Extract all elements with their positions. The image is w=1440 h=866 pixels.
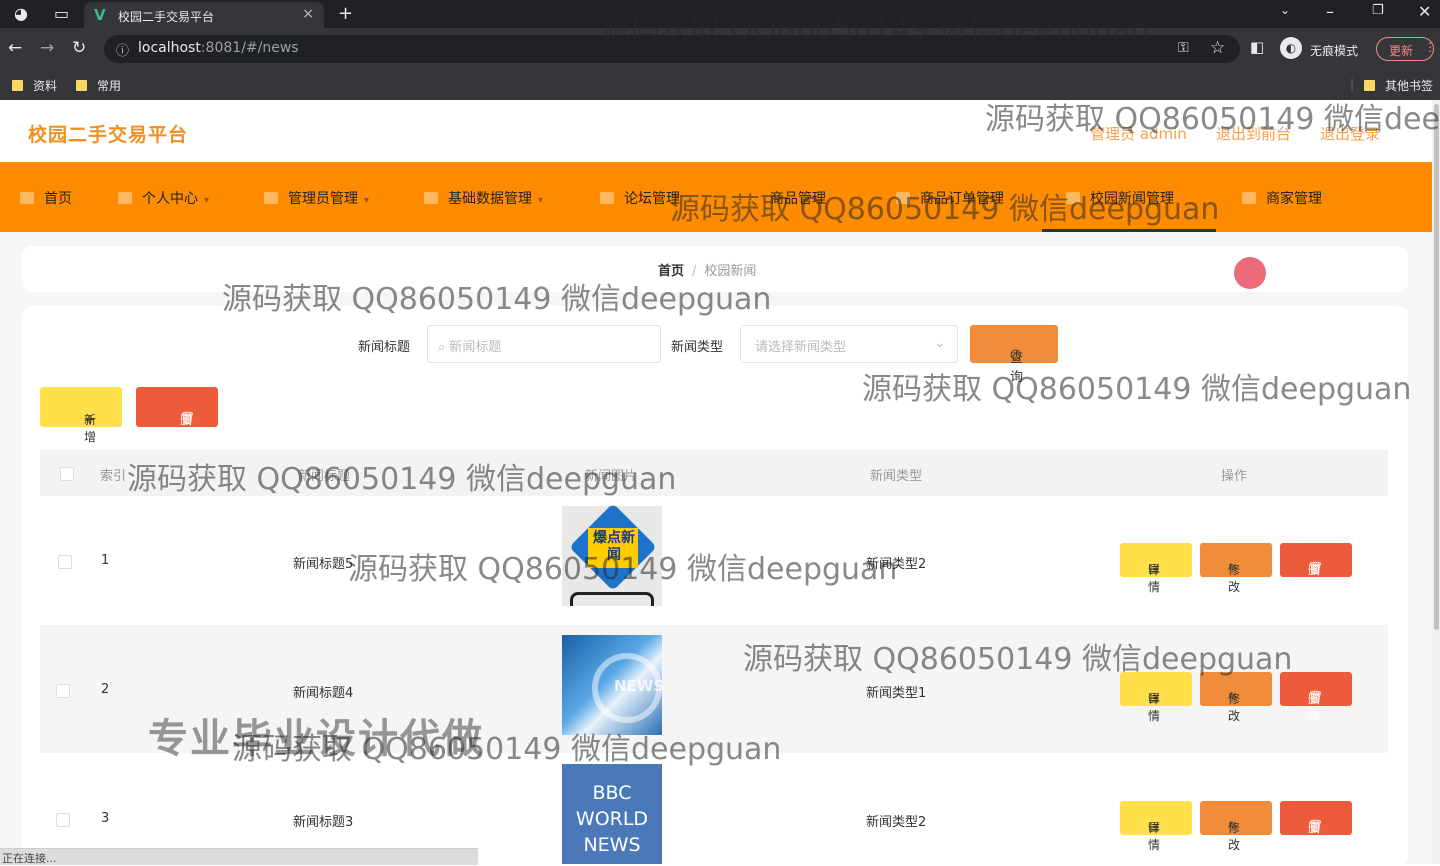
restore-icon[interactable]: ❐ — [1372, 3, 1384, 18]
bookmark-star-icon[interactable]: ☆ — [1210, 38, 1225, 58]
delete-button[interactable]: 🗑 删除 — [1280, 801, 1352, 852]
other-bookmarks[interactable]: 其他书签 — [1364, 77, 1433, 94]
new-tab-icon[interactable]: + — [338, 3, 353, 24]
watermark: 源码获取 QQ86050149 微信deep — [985, 102, 1440, 137]
image-caption: BBC WORLD NEWS — [575, 782, 649, 856]
home-icon — [20, 192, 34, 204]
title-placeholder: 新闻标题 — [449, 340, 502, 355]
batch-delete-button[interactable]: 🗑 删除 — [136, 387, 218, 444]
detail-button[interactable]: ▤ 详情 — [1120, 543, 1192, 594]
browser-status-bar: 正在连接... — [0, 848, 478, 865]
type-placeholder: 请选择新闻类型 — [755, 340, 847, 355]
scrollbar-thumb[interactable] — [1434, 104, 1439, 630]
more-menu-icon[interactable]: ⋮ — [1424, 40, 1436, 54]
edit-button[interactable]: ✎ 修改 — [1200, 543, 1272, 594]
row-checkbox[interactable] — [58, 555, 72, 569]
image-caption: NEWS — [614, 677, 662, 695]
user-icon — [118, 192, 132, 204]
chevron-down-icon: ▾ — [538, 195, 544, 206]
chevron-down-icon: ⌄ — [934, 336, 945, 351]
back-icon[interactable]: ← — [8, 38, 22, 58]
tab-close-icon[interactable]: × — [302, 6, 314, 22]
watermark: 源码获取 QQ86050149 微信deepguan — [862, 372, 1412, 407]
row-checkbox[interactable] — [56, 813, 70, 827]
row-index: 3 — [101, 811, 110, 826]
tab-title: 校园二手交易平台 — [118, 10, 215, 24]
edit-button[interactable]: ✎ 修改 — [1200, 801, 1272, 852]
row-checkbox[interactable] — [56, 684, 70, 698]
news-image[interactable]: NEWS — [562, 635, 662, 735]
chevron-down-icon: ▾ — [364, 195, 370, 206]
phone-outline — [570, 592, 654, 606]
add-button[interactable]: ＋ 新增 — [40, 387, 122, 444]
vue-favicon-icon: V — [94, 6, 106, 24]
nav-admin-management[interactable]: 管理员管理 ▾ — [264, 188, 369, 208]
nav-merchants[interactable]: 商家管理 — [1242, 188, 1322, 208]
watermark: 源码获取 QQ86050149 微信deepguan — [127, 462, 677, 497]
title-filter-label: 新闻标题 — [358, 340, 411, 355]
watermark: 源码获取 QQ86050149 微信deepguan — [670, 192, 1220, 227]
update-label: 更新 — [1389, 44, 1414, 58]
nav-basic-data[interactable]: 基础数据管理 ▾ — [424, 188, 543, 208]
side-panel-icon[interactable]: ◧ — [1250, 38, 1264, 56]
folder-icon — [76, 80, 87, 91]
forward-icon[interactable]: → — [40, 38, 54, 58]
bookmarks-divider: | — [1350, 77, 1355, 91]
search-icon: ○ — [1010, 347, 1022, 362]
data-icon — [424, 192, 438, 204]
reload-icon[interactable]: ↻ — [72, 38, 86, 58]
news-image[interactable]: BBC WORLD NEWS — [562, 764, 662, 864]
site-logo[interactable]: 校园二手交易平台 — [28, 120, 188, 147]
nav-home[interactable]: 首页 — [20, 188, 72, 208]
delete-button[interactable]: 🗑 删除 — [1280, 543, 1352, 594]
chevron-down-icon: ▾ — [204, 195, 210, 206]
query-button[interactable]: 查询 ○ — [970, 325, 1058, 385]
admin-icon — [264, 192, 278, 204]
header-actions: 操作 — [1221, 469, 1248, 484]
incognito-label: 无痕模式 — [1310, 44, 1359, 58]
select-all-checkbox[interactable] — [60, 467, 74, 481]
search-icon: ⌕ — [438, 340, 446, 355]
watermark: 源码获取 QQ86050149 微信deepguan — [232, 732, 782, 767]
folder-icon — [1364, 80, 1375, 91]
browser-tab[interactable]: V 校园二手交易平台 × — [84, 2, 324, 28]
row-title: 新闻标题5 — [293, 557, 354, 572]
incognito-indicator[interactable]: ◐ 无痕模式 — [1280, 36, 1368, 62]
detail-button[interactable]: ▤ 详情 — [1120, 801, 1192, 852]
watermark: 源码获取 QQ86050149 微信deepguan — [348, 552, 898, 587]
watermark: 源码获取 QQ86050149 微信deepguan — [222, 282, 772, 317]
row-type: 新闻类型1 — [866, 686, 927, 701]
type-filter-label: 新闻类型 — [671, 340, 724, 355]
header-type: 新闻类型 — [870, 469, 923, 484]
title-search-input[interactable]: ⌕ 新闻标题 — [427, 325, 661, 363]
shop-icon — [1242, 192, 1256, 204]
bookmark-folder-1[interactable]: 资料 — [12, 77, 57, 94]
url-path: :8081/#/news — [200, 40, 299, 56]
row-title: 新闻标题3 — [293, 815, 354, 830]
row-index: 1 — [101, 553, 110, 568]
mouse-cursor-highlight — [1234, 257, 1266, 289]
row-title: 新闻标题4 — [293, 686, 354, 701]
minimize-icon[interactable]: – — [1326, 2, 1334, 21]
type-select[interactable]: 请选择新闻类型 ⌄ — [740, 325, 958, 363]
close-window-icon[interactable]: ✕ — [1418, 2, 1431, 21]
tab-search-icon[interactable]: ▭ — [54, 4, 69, 23]
header-index: 索引 — [100, 469, 127, 484]
browser-menu-icon[interactable]: ◕ — [14, 4, 28, 23]
key-icon[interactable]: ⚿ — [1178, 40, 1189, 56]
folder-icon — [12, 80, 23, 91]
tab-list-chevron-icon[interactable]: ⌄ — [1280, 3, 1290, 17]
incognito-icon: ◐ — [1280, 37, 1302, 59]
url-host: localhost — [138, 40, 201, 56]
site-info-icon[interactable]: ⓘ — [116, 40, 129, 59]
watermark: 源码获取 QQ86050149 微信deepguan — [743, 642, 1293, 677]
nav-forum[interactable]: 论坛管理 — [600, 188, 680, 208]
watermark: 源码获取 QQ86050149 微信deepguan — [600, 12, 1150, 47]
forum-icon — [600, 192, 614, 204]
row-index: 2 — [101, 682, 110, 697]
row-type: 新闻类型2 — [866, 815, 927, 830]
bookmark-folder-2[interactable]: 常用 — [76, 77, 121, 94]
nav-personal-center[interactable]: 个人中心 ▾ — [118, 188, 209, 208]
